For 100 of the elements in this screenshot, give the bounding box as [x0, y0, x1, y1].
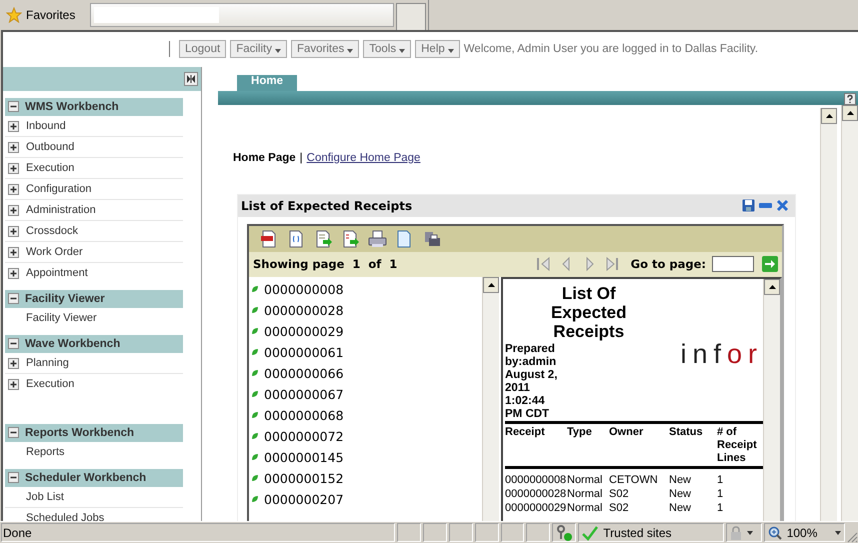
- scroll-up-button[interactable]: [821, 108, 837, 124]
- menu-button[interactable]: Facility: [230, 40, 287, 58]
- security-zone: Trusted sites: [603, 526, 672, 540]
- sidebar-item[interactable]: Appointment: [5, 262, 183, 283]
- sidebar-item[interactable]: Planning: [5, 352, 183, 374]
- star-icon: [6, 6, 22, 23]
- toc-link[interactable]: 0000000066: [249, 362, 482, 384]
- menu-button[interactable]: Favorites: [290, 40, 360, 58]
- toc-link[interactable]: 0000000068: [249, 404, 482, 426]
- toc-link[interactable]: 0000000207: [249, 488, 482, 510]
- section-header[interactable]: Reports Workbench: [5, 424, 183, 442]
- save-icon[interactable]: [742, 199, 755, 212]
- plus-icon[interactable]: [8, 378, 19, 390]
- plus-icon[interactable]: [8, 358, 19, 369]
- favorites-label[interactable]: Favorites: [26, 8, 76, 22]
- status-pane: [397, 523, 422, 542]
- zoom-icon[interactable]: [768, 526, 782, 540]
- sidebar-item[interactable]: Scheduled Jobs: [5, 508, 183, 522]
- plus-icon[interactable]: [8, 246, 19, 258]
- toc-link[interactable]: 0000000061: [249, 342, 482, 363]
- scrollbar[interactable]: [763, 278, 780, 522]
- plus-icon[interactable]: [8, 184, 19, 195]
- help-icon[interactable]: [844, 92, 856, 105]
- sidebar-item[interactable]: Outbound: [5, 136, 183, 158]
- table-cell-text: New: [669, 500, 692, 515]
- section-header[interactable]: Facility Viewer: [5, 290, 183, 308]
- leaf-icon: [252, 412, 258, 418]
- sidebar-item[interactable]: Inbound: [5, 116, 183, 137]
- logout-button[interactable]: Logout: [179, 40, 226, 58]
- caret-icon[interactable]: [746, 530, 753, 535]
- minus-icon[interactable]: [8, 427, 19, 438]
- plus-icon[interactable]: [8, 142, 19, 153]
- section-header[interactable]: WMS Workbench: [5, 98, 183, 116]
- scroll-up-button[interactable]: [483, 276, 499, 293]
- toc-link[interactable]: 0000000152: [249, 468, 482, 489]
- leaf-icon: [252, 349, 258, 356]
- sidebar-item[interactable]: Execution: [5, 374, 183, 394]
- sidebar-item[interactable]: Crossdock: [5, 220, 183, 242]
- report-title: List Of Expected Receipts: [550, 284, 628, 341]
- minus-icon[interactable]: [8, 472, 19, 484]
- minus-icon[interactable]: [8, 293, 19, 304]
- toc-link[interactable]: 0000000008: [249, 278, 482, 300]
- plus-icon[interactable]: [8, 268, 19, 279]
- printer-icon[interactable]: [368, 230, 387, 248]
- scroll-up-button[interactable]: [842, 104, 858, 121]
- leaf-icon: [252, 391, 258, 398]
- menu-button[interactable]: Tools: [363, 40, 412, 58]
- plus-icon[interactable]: [8, 162, 19, 174]
- scrollbar[interactable]: [820, 108, 837, 522]
- printer-icon[interactable]: [422, 230, 441, 248]
- configure-link[interactable]: Configure Home Page: [306, 152, 420, 164]
- toc-link[interactable]: 0000000029: [249, 320, 482, 342]
- sidebar-item[interactable]: Facility Viewer: [5, 308, 183, 328]
- toc-link[interactable]: 0000000145: [249, 446, 482, 468]
- sidebar-item[interactable]: Work Order: [5, 242, 183, 263]
- menu-button[interactable]: Help: [415, 40, 460, 58]
- toc-link[interactable]: 0000000067: [249, 384, 482, 405]
- sidebar-item[interactable]: Execution: [5, 158, 183, 179]
- new-tab-button[interactable]: [396, 3, 426, 30]
- caret-icon: [347, 49, 354, 54]
- sidebar-item[interactable]: Reports: [5, 442, 183, 462]
- up-arrow-icon: [488, 282, 494, 287]
- leaf-icon: [252, 475, 258, 482]
- key-lock-icon: [556, 524, 572, 541]
- toc-link[interactable]: 0000000028: [249, 300, 482, 321]
- minus-icon[interactable]: [8, 101, 19, 112]
- scrollbar[interactable]: [482, 276, 499, 522]
- sidebar-item[interactable]: Administration: [5, 200, 183, 221]
- address-bar[interactable]: [90, 3, 394, 27]
- plus-icon[interactable]: [8, 120, 19, 132]
- section-header[interactable]: Scheduler Workbench: [5, 468, 183, 487]
- minus-icon[interactable]: [8, 338, 19, 350]
- scrollbar[interactable]: [841, 104, 858, 522]
- close-icon[interactable]: [776, 199, 789, 212]
- table-cell-text: 1: [717, 486, 724, 501]
- table-cell: Normal: [567, 467, 609, 487]
- column-header: Receipt: [505, 422, 567, 468]
- export-arrow-icon[interactable]: [314, 230, 333, 248]
- page-input[interactable]: [712, 256, 754, 272]
- toc-link[interactable]: 0000000072: [249, 426, 482, 447]
- plus-icon[interactable]: [8, 226, 19, 237]
- sidebar-item[interactable]: Configuration: [5, 178, 183, 200]
- collapse-icon[interactable]: [184, 72, 198, 86]
- breadcrumb-current: Home Page: [233, 152, 296, 164]
- up-arrow-icon: [768, 284, 776, 289]
- status-pane: [500, 523, 524, 542]
- welcome-text: Welcome, Admin User you are logged in to Dallas Facility.: [464, 43, 758, 56]
- export-arrow-icon[interactable]: [341, 230, 360, 248]
- scroll-up-button[interactable]: [764, 278, 780, 295]
- table-cell-text: S02: [609, 500, 630, 515]
- caret-icon: [399, 49, 406, 54]
- leaf-icon: [252, 433, 258, 440]
- prepared-info: Prepared by:admin August 2, 2011 1:02:44 PM CDT: [505, 342, 558, 421]
- plus-icon[interactable]: [8, 204, 19, 216]
- leaf-icon: [252, 454, 258, 460]
- sidebar-item[interactable]: Job List: [5, 486, 183, 508]
- resize-grip-icon: [846, 531, 858, 543]
- caret-icon[interactable]: [835, 530, 841, 535]
- section-header[interactable]: Wave Workbench: [5, 334, 183, 353]
- leaf-icon: [252, 307, 258, 314]
